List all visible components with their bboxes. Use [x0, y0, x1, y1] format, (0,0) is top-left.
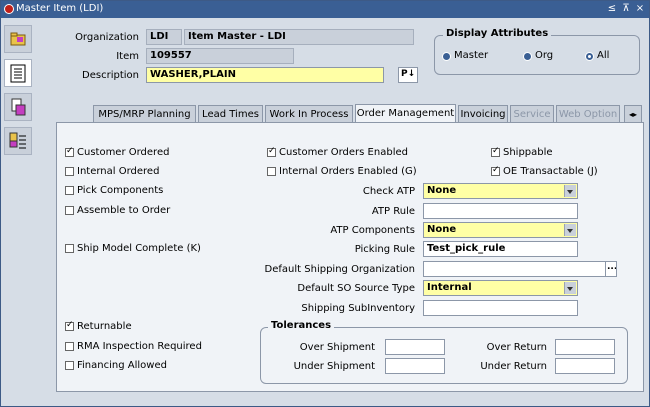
atp-rule-label: ATP Rule — [371, 206, 415, 217]
picking-rule-field[interactable]: Test_pick_rule — [423, 241, 578, 257]
radio-all-selected-dot — [588, 55, 591, 58]
radio-master-label: Master — [454, 50, 489, 61]
internal-orders-enabled-label: Internal Orders Enabled (G) — [279, 166, 417, 177]
rma-inspection-required-checkbox[interactable] — [65, 342, 74, 351]
under-shipment-field[interactable] — [385, 358, 445, 374]
picking-rule-label: Picking Rule — [354, 244, 415, 255]
tab-scroll-button[interactable]: ◂▸ — [624, 105, 642, 123]
oracle-icon — [4, 4, 14, 14]
returnable-label: Returnable — [77, 321, 132, 332]
check-atp-field[interactable]: None — [423, 183, 578, 199]
description-label: Description — [82, 70, 139, 81]
edit-button[interactable]: P↓ — [398, 67, 418, 83]
close-icon[interactable]: × — [635, 3, 645, 14]
maximize-icon[interactable]: ⊼ — [621, 3, 631, 14]
item-label: Item — [116, 51, 139, 62]
restore-icon[interactable]: ≤ — [607, 3, 617, 14]
atp-components-field[interactable]: None — [423, 222, 578, 238]
check-atp-value: None — [427, 185, 457, 196]
internal-orders-enabled-checkbox[interactable] — [267, 167, 276, 176]
database-icon[interactable] — [4, 93, 32, 121]
item-field[interactable]: 109557 — [146, 48, 294, 64]
over-shipment-label: Over Shipment — [299, 342, 375, 353]
left-toolbar — [4, 25, 32, 165]
default-so-source-type-value: Internal — [427, 282, 472, 293]
organization-code-field[interactable]: LDI — [146, 29, 182, 45]
chevron-down-icon[interactable] — [564, 224, 576, 236]
window-title: Master Item (LDI) — [16, 3, 104, 14]
default-so-source-type-field[interactable]: Internal — [423, 280, 578, 296]
financing-allowed-label: Financing Allowed — [77, 360, 167, 371]
shipping-subinventory-label: Shipping SubInventory — [301, 303, 415, 314]
default-shipping-org-label: Default Shipping Organization — [264, 264, 415, 275]
internal-ordered-label: Internal Ordered — [77, 166, 160, 177]
default-so-source-type-label: Default SO Source Type — [297, 283, 415, 294]
oe-transactable-label: OE Transactable (J) — [503, 166, 598, 177]
tab-mps-mrp-planning[interactable]: MPS/MRP Planning — [93, 105, 196, 123]
rma-inspection-required-label: RMA Inspection Required — [77, 341, 202, 352]
customer-orders-enabled-label: Customer Orders Enabled — [279, 147, 408, 158]
default-shipping-org-field[interactable] — [423, 261, 606, 277]
over-return-label: Over Return — [486, 342, 547, 353]
shipping-subinventory-field[interactable] — [423, 300, 578, 316]
chevron-down-icon[interactable] — [564, 185, 576, 197]
radio-org[interactable] — [523, 52, 532, 61]
assemble-to-order-checkbox[interactable] — [65, 206, 74, 215]
tolerances-title: Tolerances — [268, 320, 335, 331]
radio-master[interactable] — [442, 52, 451, 61]
tab-work-in-process[interactable]: Work In Process — [265, 105, 353, 123]
radio-all-label: All — [597, 50, 610, 61]
tab-order-management[interactable]: Order Management — [355, 104, 456, 124]
internal-ordered-checkbox[interactable] — [65, 167, 74, 176]
returnable-checkbox[interactable]: ✓ — [65, 320, 74, 331]
over-return-field[interactable] — [555, 339, 615, 355]
display-attributes-title: Display Attributes — [443, 28, 552, 39]
tab-invoicing[interactable]: Invoicing — [458, 105, 508, 123]
under-return-label: Under Return — [480, 361, 547, 372]
radio-org-label: Org — [535, 50, 554, 61]
atp-components-value: None — [427, 224, 457, 235]
pick-components-label: Pick Components — [77, 185, 164, 196]
master-item-window: Master Item (LDI) ≤ ⊼ × Organization LDI… — [0, 0, 650, 407]
under-return-field[interactable] — [555, 358, 615, 374]
chevron-down-icon[interactable] — [564, 282, 576, 294]
check-atp-label: Check ATP — [362, 186, 415, 197]
organization-name-field[interactable]: Item Master - LDI — [184, 29, 414, 45]
customer-ordered-label: Customer Ordered — [77, 147, 170, 158]
lov-button[interactable]: ... — [605, 261, 617, 277]
shippable-checkbox[interactable]: ✓ — [491, 146, 500, 157]
pick-components-checkbox[interactable] — [65, 186, 74, 195]
radio-all[interactable] — [585, 52, 594, 61]
financing-allowed-checkbox[interactable] — [65, 361, 74, 370]
customer-orders-enabled-checkbox[interactable]: ✓ — [267, 146, 276, 157]
tab-service[interactable]: Service — [510, 105, 554, 123]
title-bar: Master Item (LDI) ≤ ⊼ × — [1, 1, 649, 18]
folder-icon[interactable] — [4, 25, 32, 53]
description-field[interactable]: WASHER,PLAIN — [146, 67, 384, 83]
ship-model-complete-label: Ship Model Complete (K) — [77, 243, 201, 254]
tolerances-group — [260, 327, 628, 384]
atp-rule-field[interactable] — [423, 203, 578, 219]
list-icon[interactable] — [4, 59, 32, 87]
tab-web-option[interactable]: Web Option — [556, 105, 620, 123]
assemble-to-order-label: Assemble to Order — [77, 205, 171, 216]
tab-lead-times[interactable]: Lead Times — [198, 105, 263, 123]
shippable-label: Shippable — [503, 147, 553, 158]
list-color-icon[interactable] — [4, 127, 32, 155]
under-shipment-label: Under Shipment — [293, 361, 375, 372]
oe-transactable-checkbox[interactable]: ✓ — [491, 165, 500, 176]
ship-model-complete-checkbox[interactable] — [65, 244, 74, 253]
organization-label: Organization — [75, 32, 139, 43]
over-shipment-field[interactable] — [385, 339, 445, 355]
customer-ordered-checkbox[interactable]: ✓ — [65, 146, 74, 157]
atp-components-label: ATP Components — [330, 225, 415, 236]
